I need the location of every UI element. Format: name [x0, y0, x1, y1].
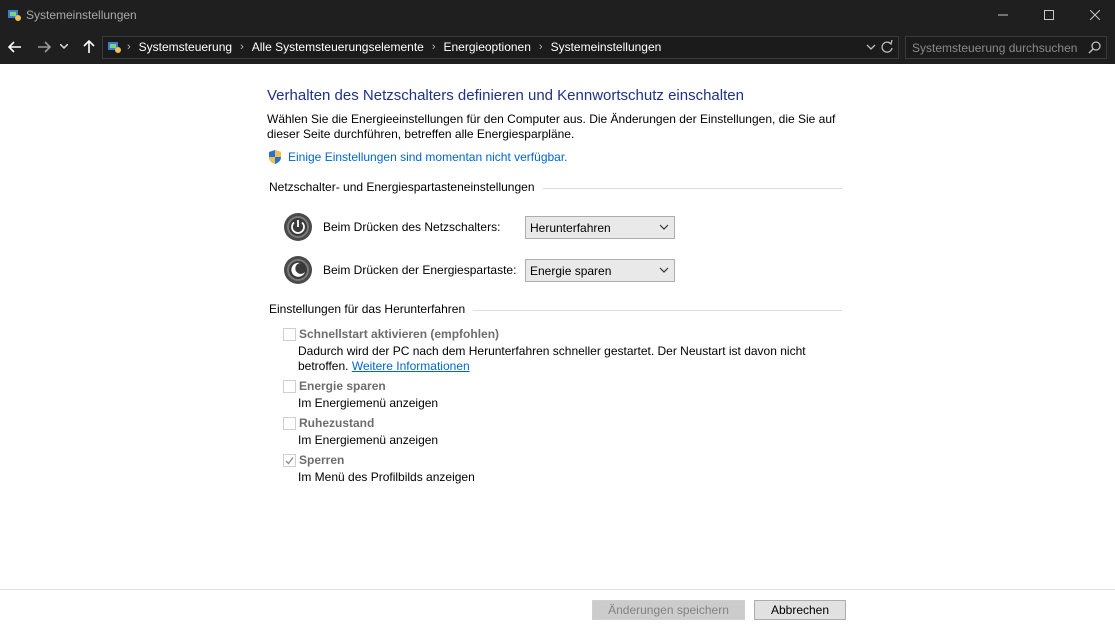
minimize-icon [998, 14, 1008, 16]
address-dropdown-icon[interactable] [866, 40, 876, 54]
navigation-bar: › Systemsteuerung › Alle Systemsteuerung… [0, 30, 1115, 64]
fast-startup-checkbox[interactable] [283, 328, 296, 341]
chevron-right-icon: › [127, 41, 131, 53]
option-description: Im Energiemenü anzeigen [298, 396, 439, 410]
close-icon [1090, 10, 1100, 20]
breadcrumb: › Systemsteuerung › Alle Systemsteuerung… [127, 40, 661, 54]
refresh-icon[interactable] [880, 39, 894, 55]
option-description: Dadurch wird der PC nach dem Herunterfah… [298, 344, 818, 374]
option-description: Im Energiemenü anzeigen [298, 433, 439, 447]
minimize-button[interactable] [980, 0, 1026, 30]
chevron-right-icon[interactable]: › [539, 41, 543, 53]
select-value: Energie sparen [530, 264, 612, 278]
power-buttons-section: Netzschalter- und Energiespartasteneinst… [269, 180, 842, 194]
breadcrumb-item[interactable]: Alle Systemsteuerungselemente [252, 40, 424, 54]
checkmark-icon [285, 457, 294, 465]
section-title: Netzschalter- und Energiespartasteneinst… [269, 180, 543, 194]
option-title: Schnellstart aktivieren (empfohlen) [299, 327, 500, 341]
arrow-left-icon [8, 41, 21, 53]
chevron-down-icon [659, 224, 669, 230]
option-description: Im Menü des Profilbilds anzeigen [298, 470, 475, 484]
power-button-label: Beim Drücken des Netzschalters: [323, 220, 501, 234]
breadcrumb-item[interactable]: Energieoptionen [444, 40, 531, 54]
uac-shield-icon [269, 150, 281, 164]
power-button-action-select[interactable]: Herunterfahren [525, 216, 675, 239]
main-content: Verhalten des Netzschalters definieren u… [0, 64, 1115, 589]
footer-bar: Änderungen speichern Abbrechen [0, 589, 1115, 625]
chevron-right-icon[interactable]: › [240, 41, 244, 53]
maximize-button[interactable] [1026, 0, 1072, 30]
breadcrumb-item[interactable]: Systemsteuerung [139, 40, 232, 54]
search-box[interactable] [905, 36, 1107, 59]
sleep-checkbox[interactable] [283, 380, 296, 393]
power-button-icon [284, 213, 312, 241]
search-icon[interactable] [1088, 40, 1102, 54]
page-title: Verhalten des Netzschalters definieren u… [267, 87, 744, 104]
admin-settings-link[interactable]: Einige Einstellungen sind momentan nicht… [267, 149, 568, 165]
forward-button[interactable] [33, 36, 55, 58]
option-title: Ruhezustand [299, 416, 375, 430]
sleep-button-icon [284, 256, 312, 284]
control-panel-icon [108, 42, 121, 53]
hibernate-checkbox[interactable] [283, 417, 296, 430]
up-button[interactable] [78, 36, 100, 58]
page-description: Wählen Sie die Energieeinstellungen für … [267, 112, 836, 141]
sleep-button-action-select[interactable]: Energie sparen [525, 259, 675, 282]
chevron-down-icon [60, 44, 68, 50]
section-title: Einstellungen für das Herunterfahren [269, 302, 474, 316]
maximize-icon [1044, 10, 1054, 20]
save-changes-button[interactable]: Änderungen speichern [592, 600, 745, 620]
more-info-link[interactable]: Weitere Informationen [352, 359, 470, 373]
address-box[interactable]: › Systemsteuerung › Alle Systemsteuerung… [102, 36, 899, 59]
option-title: Energie sparen [299, 379, 386, 393]
shutdown-settings-section: Einstellungen für das Herunterfahren [269, 302, 842, 316]
chevron-right-icon[interactable]: › [432, 41, 436, 53]
window-title: Systemeinstellungen [26, 8, 137, 22]
sleep-button-label: Beim Drücken der Energiespartaste: [323, 263, 517, 277]
arrow-up-icon [83, 40, 95, 53]
select-value: Herunterfahren [530, 221, 611, 235]
chevron-down-icon [659, 267, 669, 273]
arrow-right-icon [38, 41, 51, 53]
admin-settings-link-text[interactable]: Einige Einstellungen sind momentan nicht… [288, 150, 568, 164]
breadcrumb-item[interactable]: Systemeinstellungen [551, 40, 662, 54]
back-button[interactable] [4, 36, 26, 58]
option-title: Sperren [299, 453, 345, 467]
control-panel-icon [8, 10, 21, 21]
lock-checkbox[interactable] [283, 454, 296, 467]
search-input[interactable] [912, 40, 1077, 55]
close-button[interactable] [1072, 0, 1115, 30]
cancel-button[interactable]: Abbrechen [754, 600, 846, 620]
title-bar: Systemeinstellungen [0, 0, 1115, 30]
recent-locations-button[interactable] [57, 36, 71, 58]
